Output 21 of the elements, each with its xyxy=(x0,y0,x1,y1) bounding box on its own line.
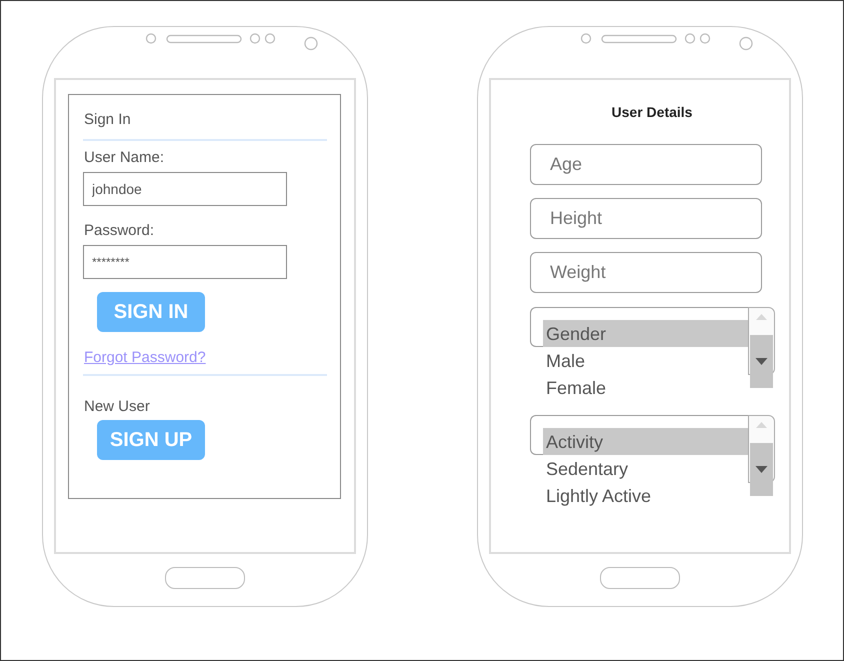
forgot-password-link[interactable]: Forgot Password? xyxy=(84,349,206,366)
list-option[interactable]: Sedentary xyxy=(543,455,748,482)
list-option[interactable]: Gender xyxy=(543,320,748,347)
sign-in-heading: Sign In xyxy=(84,111,131,128)
input-field[interactable]: Weight xyxy=(530,252,762,293)
password-field[interactable]: ******** xyxy=(83,245,287,279)
username-field[interactable]: johndoe xyxy=(83,172,287,206)
listbox-frame[interactable]: Activity xyxy=(530,415,749,455)
list-option[interactable]: Female xyxy=(543,374,748,401)
scrollbar-drawing[interactable] xyxy=(748,307,775,388)
field-label: Password: xyxy=(84,222,154,239)
scrollbar-drawing[interactable] xyxy=(748,415,775,496)
user-details-title: User Details xyxy=(612,104,694,120)
field-label: User Name: xyxy=(84,149,164,166)
listbox-frame[interactable]: Gender xyxy=(530,307,749,347)
list-option[interactable]: Lightly Active xyxy=(543,482,748,509)
list-option[interactable]: Male xyxy=(543,347,748,374)
list-option[interactable]: Activity xyxy=(543,428,748,455)
input-field[interactable]: Age xyxy=(530,144,762,185)
new-user-label: New User xyxy=(84,398,150,415)
input-field[interactable]: Height xyxy=(530,198,762,239)
